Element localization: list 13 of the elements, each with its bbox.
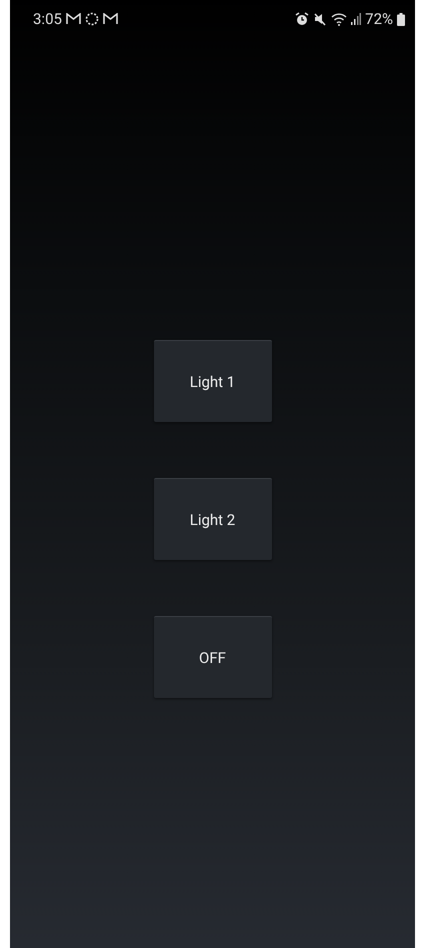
mail-icon [102,13,118,25]
alarm-icon [295,12,310,26]
signal-icon [351,13,362,25]
light-button[interactable]: Light 2 [154,478,272,560]
light-button[interactable]: Light 1 [154,340,272,422]
battery-icon [397,12,405,26]
mute-icon [313,12,328,26]
loading-icon [84,12,99,26]
clock-time: 3:05 [33,10,62,28]
mail-icon [66,13,81,25]
wifi-icon [331,12,348,26]
battery-percent: 72% [365,10,393,28]
light-button[interactable]: OFF [154,616,272,698]
